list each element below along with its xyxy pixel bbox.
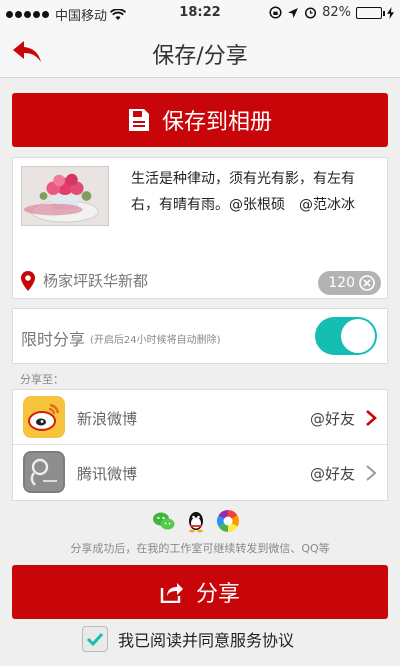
share-target-sina-weibo[interactable]: 新浪微博 @好友 (13, 390, 387, 445)
share-button-label: 分享 (195, 582, 240, 607)
limited-share-row: 限时分享 (开启后24小时候将自动删除) (12, 308, 388, 364)
share-target-name: 新浪微博 (77, 410, 138, 428)
location[interactable]: 杨家坪跃华新都 (21, 270, 148, 291)
other-platforms (152, 509, 240, 533)
share-target-name: 腾讯微博 (77, 465, 138, 483)
share-button[interactable]: 分享 (12, 565, 388, 619)
share-hint: 分享成功后，在我的工作室可继续转发到微信、QQ等 (70, 542, 330, 555)
share-target-list: 新浪微博 @好友 腾讯微博 @好友 (12, 389, 388, 501)
chevron-right-icon (366, 465, 377, 481)
page-title: 保存/分享 (152, 44, 248, 69)
toggle-knob (341, 319, 375, 353)
tencent-weibo-icon (23, 451, 65, 493)
chevron-right-icon (366, 410, 377, 426)
charging-icon (387, 6, 394, 19)
battery-icon (356, 6, 385, 19)
battery-percent: 82% (322, 5, 351, 20)
lock-rotation-icon (269, 6, 282, 19)
alarm-icon (305, 7, 317, 19)
char-count: 120 (328, 275, 355, 291)
share-icon (160, 583, 183, 603)
sina-weibo-icon (23, 396, 65, 438)
post-thumbnail[interactable] (21, 166, 109, 226)
limited-share-note: (开启后24小时候将自动删除) (90, 335, 221, 346)
status-bar: 中国移动 18:22 82% (0, 0, 400, 26)
location-pin-icon (21, 270, 35, 291)
location-text: 杨家坪跃华新都 (43, 272, 149, 290)
char-count-badge[interactable]: 120 (318, 271, 381, 295)
save-button-label: 保存到相册 (161, 110, 272, 135)
save-icon (128, 109, 149, 131)
post-card: 生活是种律动，须有光有影，有左有右，有晴有雨。@张根硕 @范冰冰 杨家坪跃华新都… (12, 157, 388, 299)
status-icons: 82% (269, 5, 394, 20)
share-to-label: 分享至： (20, 373, 64, 386)
checkmark-icon (86, 632, 104, 647)
mention-friends[interactable]: @好友 (310, 408, 355, 429)
moments-icon[interactable] (216, 509, 240, 533)
agreement-checkbox[interactable] (82, 626, 108, 652)
limited-share-toggle[interactable] (315, 317, 377, 355)
mention-friends[interactable]: @好友 (310, 463, 355, 484)
share-target-tencent-weibo[interactable]: 腾讯微博 @好友 (13, 445, 387, 500)
clear-icon (359, 275, 375, 291)
agreement-label: 我已阅读并同意服务协议 (118, 631, 295, 650)
limited-share-label: 限时分享 (21, 330, 86, 349)
wechat-icon[interactable] (152, 509, 176, 533)
nav-bar: 保存/分享 (0, 26, 400, 78)
agreement[interactable]: 我已阅读并同意服务协议 (82, 626, 294, 652)
location-arrow-icon (288, 7, 299, 18)
post-text[interactable]: 生活是种律动，须有光有影，有左有右，有晴有雨。@张根硕 @范冰冰 (131, 166, 379, 218)
save-to-album-button[interactable]: 保存到相册 (12, 93, 388, 147)
qq-icon[interactable] (184, 509, 208, 533)
